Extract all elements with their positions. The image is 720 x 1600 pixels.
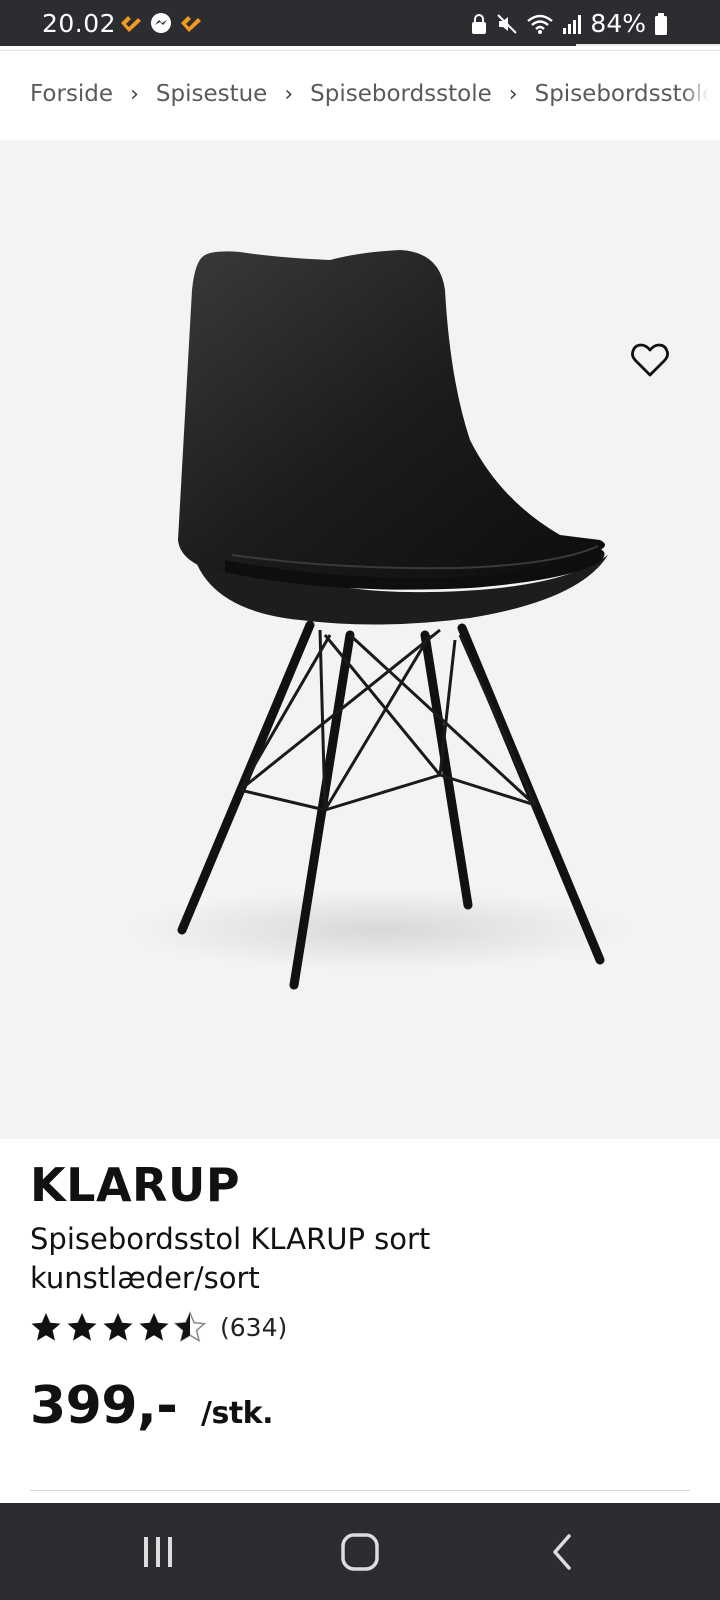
back-button[interactable] [502, 1503, 622, 1600]
price-value: 399,- [30, 1376, 178, 1436]
star-icon [103, 1313, 133, 1341]
product-gallery[interactable] [0, 140, 720, 1221]
recent-apps-icon [144, 1536, 172, 1567]
home-icon [341, 1532, 379, 1571]
breadcrumb-item-forside[interactable]: Forside [30, 81, 113, 107]
product-info: KLARUP Spisebordsstol KLARUP sort kunstl… [0, 1140, 720, 1500]
star-icon [31, 1313, 61, 1341]
status-indicator-line [576, 44, 720, 46]
star-icon [67, 1313, 97, 1341]
product-price: 399,- /stk. [30, 1376, 274, 1436]
battery-icon [655, 12, 667, 35]
battery-percentage: 84% [590, 9, 646, 38]
home-button[interactable] [300, 1503, 420, 1600]
heart-icon[interactable] [630, 342, 670, 378]
lock-icon [472, 13, 487, 34]
recent-apps-button[interactable] [98, 1503, 218, 1600]
app-notification-icon [121, 16, 141, 32]
breadcrumb-separator: › [284, 81, 294, 107]
navigation-bar [0, 1503, 720, 1600]
wifi-icon [527, 14, 554, 34]
mute-icon [497, 13, 518, 34]
breadcrumb-separator: › [130, 81, 139, 107]
section-divider [30, 1490, 690, 1491]
product-rating[interactable]: (634) [30, 1310, 287, 1344]
star-icon [139, 1313, 169, 1341]
breadcrumb: Forside › Spisestue › Spisebordsstole › … [0, 50, 720, 139]
rating-count[interactable]: (634) [220, 1313, 287, 1342]
rating-stars [31, 1312, 206, 1342]
price-unit: /stk. [201, 1396, 274, 1431]
app-notification-icon [181, 16, 201, 32]
status-time: 20.02 [42, 9, 117, 38]
product-brand: KLARUP [30, 1158, 241, 1212]
breadcrumb-separator: › [508, 81, 518, 107]
messenger-icon [151, 13, 171, 33]
breadcrumb-fade [682, 51, 720, 139]
back-icon [553, 1533, 571, 1570]
chair-image[interactable] [0, 140, 720, 1139]
product-name: Spisebordsstol KLARUP sort kunstlæder/so… [30, 1222, 431, 1295]
breadcrumb-item-spisebordsstole[interactable]: Spisebordsstole [310, 81, 492, 107]
status-bar: 20.02 84% [0, 0, 720, 46]
signal-icon [563, 14, 582, 34]
breadcrumb-item-spisestue[interactable]: Spisestue [156, 81, 267, 107]
